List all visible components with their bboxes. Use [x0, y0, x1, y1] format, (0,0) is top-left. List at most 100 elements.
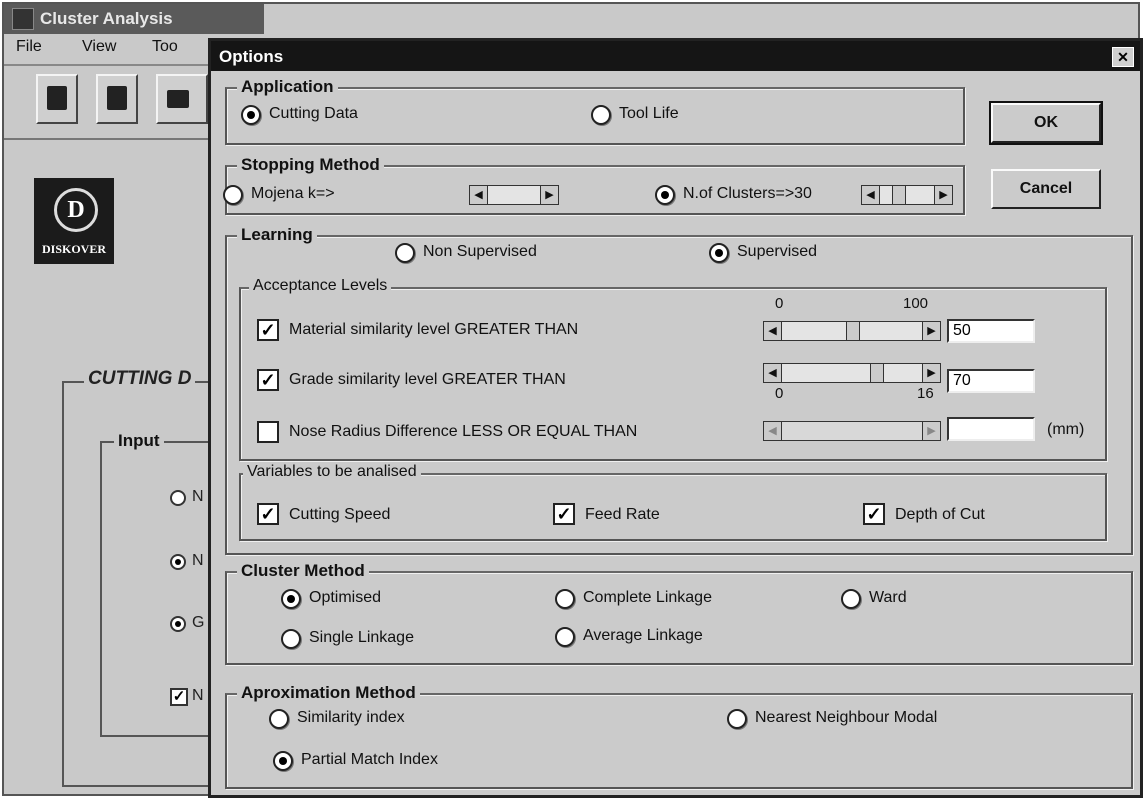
scroll-left-icon[interactable]: ◀: [764, 422, 782, 440]
radio-average-linkage[interactable]: [555, 627, 575, 647]
acceptance-title: Acceptance Levels: [249, 277, 392, 295]
scroll-left-icon[interactable]: ◀: [764, 322, 782, 340]
grade-slider[interactable]: ◀ ▶: [763, 363, 941, 383]
input-radio-1[interactable]: [170, 490, 186, 506]
cancel-button[interactable]: Cancel: [991, 169, 1101, 209]
approximation-group: [225, 693, 1133, 789]
options-dialog: Options ✕ OK Cancel Application Cutting …: [208, 38, 1143, 798]
application-title: Application: [237, 77, 338, 97]
save-as-button[interactable]: [96, 74, 138, 124]
cluster-method-title: Cluster Method: [237, 561, 369, 581]
checkbox-nose-radius[interactable]: [257, 421, 279, 443]
cluster-method-group: [225, 571, 1133, 665]
scale1-max: 100: [903, 295, 929, 312]
nose-radius-unit: (mm): [1047, 421, 1085, 438]
label-nearest-neighbour: Nearest Neighbour Modal: [755, 709, 938, 726]
app-icon: [12, 8, 34, 30]
slider-thumb[interactable]: [870, 364, 884, 382]
slider-thumb[interactable]: [846, 322, 860, 340]
material-value-field[interactable]: 50: [947, 319, 1035, 343]
nose-radius-value-field[interactable]: [947, 417, 1035, 441]
scroll-thumb[interactable]: [892, 186, 906, 204]
scroll-left-icon[interactable]: ◀: [764, 364, 782, 382]
save-button[interactable]: [36, 74, 78, 124]
toolbar-divider: [4, 138, 214, 140]
radio-mojena[interactable]: [223, 185, 243, 205]
radio-complete-linkage[interactable]: [555, 589, 575, 609]
checkbox-material[interactable]: ✓: [257, 319, 279, 341]
mojena-scrollbar[interactable]: ◀ ▶: [469, 185, 559, 205]
scale2-max: 16: [917, 385, 934, 402]
checkbox-feed-rate[interactable]: ✓: [553, 503, 575, 525]
label-n-clusters: N.of Clusters=>30: [683, 185, 812, 202]
label-complete-linkage: Complete Linkage: [583, 589, 712, 606]
radio-non-supervised[interactable]: [395, 243, 415, 263]
scroll-right-icon[interactable]: ▶: [540, 186, 558, 204]
input-radio-3[interactable]: [170, 616, 186, 632]
label-depth-of-cut: Depth of Cut: [895, 506, 985, 523]
checkbox-grade[interactable]: ✓: [257, 369, 279, 391]
radio-tool-life[interactable]: [591, 105, 611, 125]
menu-tools[interactable]: Too: [152, 38, 178, 56]
label-optimised: Optimised: [309, 589, 382, 606]
radio-n-clusters[interactable]: [655, 185, 675, 205]
radio-supervised[interactable]: [709, 243, 729, 263]
label-non-supervised: Non Supervised: [423, 243, 537, 260]
label-grade: Grade similarity level GREATER THAN: [289, 371, 566, 388]
input-label-1: N: [192, 488, 204, 505]
main-titlebar: Cluster Analysis: [4, 4, 264, 34]
scroll-left-icon[interactable]: ◀: [862, 186, 880, 204]
approximation-title: Aproximation Method: [237, 683, 420, 703]
radio-ward[interactable]: [841, 589, 861, 609]
label-ward: Ward: [869, 589, 907, 606]
print-button[interactable]: [156, 74, 208, 124]
learning-title: Learning: [237, 225, 317, 245]
input-label-4: N: [192, 687, 204, 704]
radio-partial-match[interactable]: [273, 751, 293, 771]
ok-button[interactable]: OK: [989, 101, 1103, 145]
dialog-title: Options: [219, 47, 284, 66]
label-material: Material similarity level GREATER THAN: [289, 321, 579, 338]
menu-file[interactable]: File: [16, 38, 42, 56]
n-clusters-scrollbar[interactable]: ◀ ▶: [861, 185, 953, 205]
input-radio-2[interactable]: [170, 554, 186, 570]
diskover-logo: D DISKOVER: [34, 178, 114, 264]
scroll-left-icon[interactable]: ◀: [470, 186, 488, 204]
radio-similarity-index[interactable]: [269, 709, 289, 729]
scroll-right-icon[interactable]: ▶: [922, 364, 940, 382]
input-label-2: N: [192, 552, 204, 569]
grade-value-field[interactable]: 70: [947, 369, 1035, 393]
label-supervised: Supervised: [737, 243, 818, 260]
label-similarity-index: Similarity index: [297, 709, 405, 726]
radio-cutting-data[interactable]: [241, 105, 261, 125]
printer-icon: [167, 90, 189, 108]
label-cutting-data: Cutting Data: [269, 105, 358, 122]
scale2-min: 0: [775, 385, 784, 402]
main-title: Cluster Analysis: [40, 9, 173, 28]
nose-radius-slider[interactable]: ◀ ▶: [763, 421, 941, 441]
close-button[interactable]: ✕: [1112, 47, 1134, 67]
input-label-3: G: [192, 614, 205, 631]
scroll-right-icon[interactable]: ▶: [922, 322, 940, 340]
variables-title: Variables to be analised: [243, 463, 421, 481]
cutting-title: CUTTING D: [84, 368, 196, 390]
label-nose-radius: Nose Radius Difference LESS OR EQUAL THA…: [289, 423, 638, 440]
stopping-title: Stopping Method: [237, 155, 384, 175]
dialog-titlebar: Options ✕: [211, 41, 1140, 71]
floppy-icon: [107, 86, 127, 110]
checkbox-depth-of-cut[interactable]: ✓: [863, 503, 885, 525]
scroll-right-icon[interactable]: ▶: [922, 422, 940, 440]
radio-nearest-neighbour[interactable]: [727, 709, 747, 729]
material-slider[interactable]: ◀ ▶: [763, 321, 941, 341]
label-cutting-speed: Cutting Speed: [289, 506, 391, 523]
radio-optimised[interactable]: [281, 589, 301, 609]
input-title: Input: [114, 431, 164, 451]
input-checkbox-4[interactable]: ✓: [170, 688, 188, 706]
radio-single-linkage[interactable]: [281, 629, 301, 649]
checkbox-cutting-speed[interactable]: ✓: [257, 503, 279, 525]
label-single-linkage: Single Linkage: [309, 629, 414, 646]
menu-view[interactable]: View: [82, 38, 116, 56]
logo-letter: D: [54, 188, 98, 232]
scale1-min: 0: [775, 295, 784, 312]
scroll-right-icon[interactable]: ▶: [934, 186, 952, 204]
